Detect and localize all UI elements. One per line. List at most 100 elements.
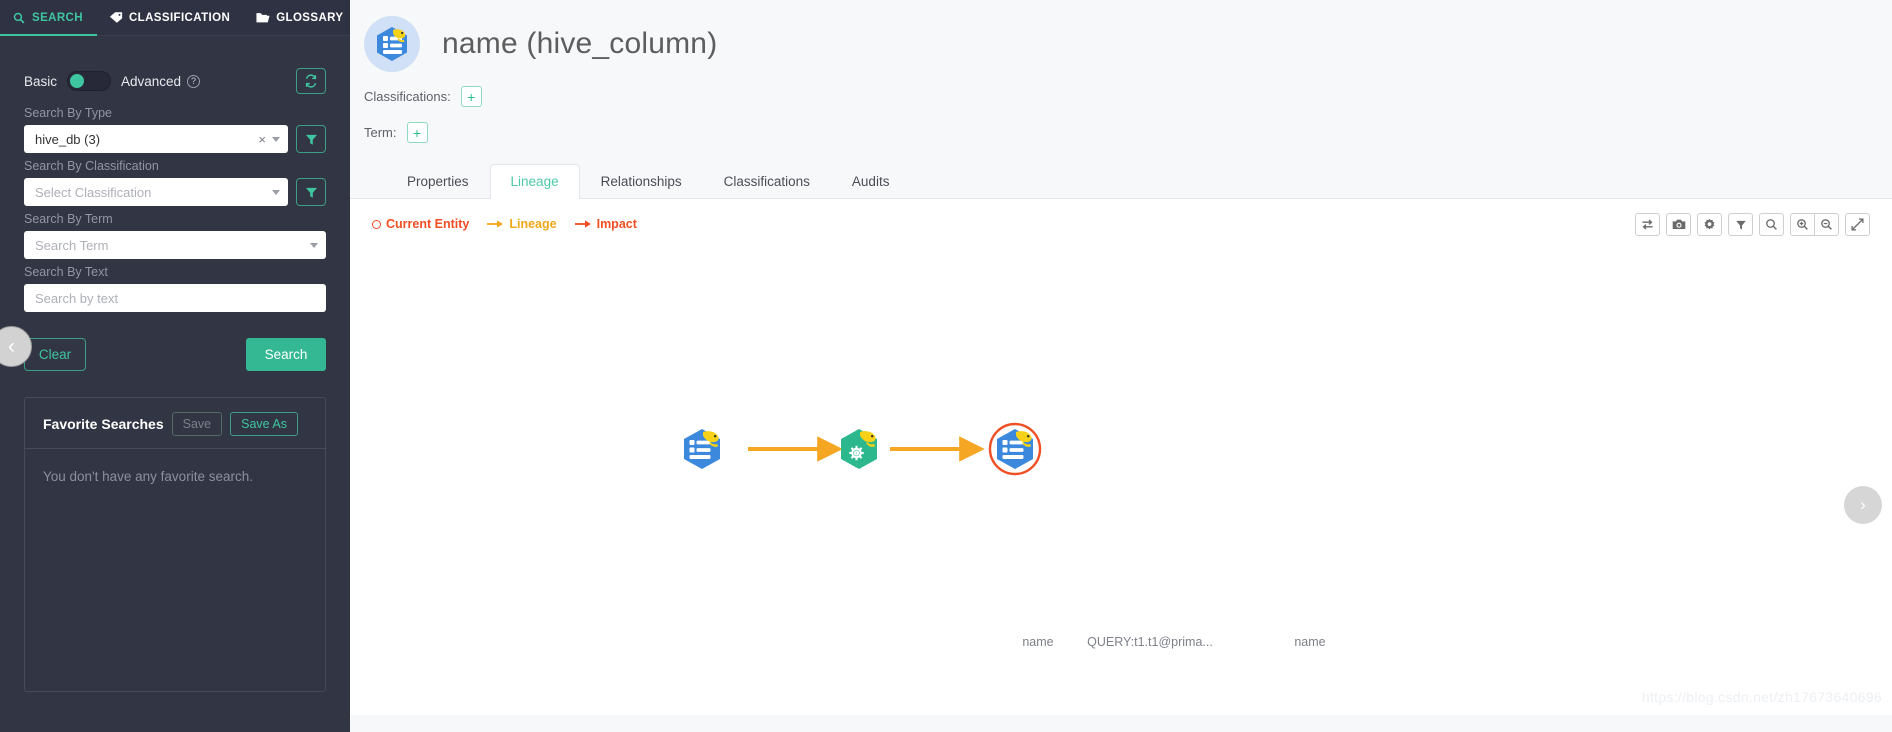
basic-advanced-toggle[interactable] bbox=[67, 71, 112, 91]
search-actions-row: Clear Search bbox=[24, 338, 326, 371]
search-by-text-label: Search By Text bbox=[24, 265, 108, 279]
refresh-button[interactable] bbox=[296, 68, 326, 94]
screenshot-button[interactable] bbox=[1666, 213, 1691, 236]
search-by-classification-label: Search By Classification bbox=[24, 159, 159, 173]
filter-icon bbox=[1735, 220, 1746, 229]
search-icon bbox=[1766, 219, 1777, 230]
legend-current-entity: Current Entity bbox=[372, 217, 469, 231]
search-by-type-select[interactable]: hive_db (3) × bbox=[24, 125, 288, 153]
graph-filter-button[interactable] bbox=[1728, 213, 1753, 236]
camera-icon bbox=[1672, 219, 1685, 230]
favorite-searches-header: Favorite Searches Save Save As bbox=[25, 398, 325, 449]
tab-lineage[interactable]: Lineage bbox=[489, 164, 580, 199]
lineage-node-process[interactable] bbox=[839, 427, 879, 471]
graph-settings-button[interactable] bbox=[1697, 213, 1722, 236]
legend-lineage-label: Lineage bbox=[509, 217, 557, 231]
sidebar-nav-search[interactable]: SEARCH bbox=[0, 0, 97, 36]
term-label: Term: bbox=[364, 125, 397, 140]
search-mode-row: Basic Advanced ? bbox=[24, 36, 326, 100]
type-filter-button[interactable] bbox=[296, 125, 326, 153]
search-by-term-select[interactable]: Search Term bbox=[24, 231, 326, 259]
sidebar: SEARCH CLASSIFICATION GLOSSARY Basic Adv… bbox=[0, 0, 350, 732]
sidebar-nav-glossary[interactable]: GLOSSARY bbox=[244, 0, 357, 35]
search-by-classification-value: Select Classification bbox=[35, 184, 152, 200]
fullscreen-icon bbox=[1851, 218, 1864, 231]
favorite-searches-title: Favorite Searches bbox=[43, 416, 164, 432]
chevron-down-icon bbox=[272, 136, 280, 142]
search-by-classification-row: Select Classification bbox=[24, 178, 326, 206]
page-title: name (hive_column) bbox=[442, 27, 718, 60]
graph-search-button[interactable] bbox=[1759, 213, 1784, 236]
impact-arrow-icon bbox=[574, 220, 591, 228]
clear-button[interactable]: Clear bbox=[24, 338, 86, 371]
add-term-button[interactable]: + bbox=[406, 122, 428, 143]
sidebar-nav-glossary-label: GLOSSARY bbox=[276, 11, 344, 24]
legend-impact-label: Impact bbox=[596, 217, 637, 231]
search-by-term-row: Search Term bbox=[24, 231, 326, 259]
sidebar-nav-classification[interactable]: CLASSIFICATION bbox=[97, 0, 244, 35]
sidebar-nav: SEARCH CLASSIFICATION GLOSSARY bbox=[0, 0, 350, 36]
avatar bbox=[364, 16, 420, 72]
search-by-classification-select[interactable]: Select Classification bbox=[24, 178, 288, 206]
filter-icon bbox=[305, 134, 317, 145]
tab-properties[interactable]: Properties bbox=[386, 164, 490, 198]
toggle-knob bbox=[70, 74, 85, 88]
sidebar-nav-classification-label: CLASSIFICATION bbox=[128, 11, 231, 24]
entity-header: name (hive_column) bbox=[350, 0, 1892, 72]
entity-tabs: Properties Lineage Relationships Classif… bbox=[350, 164, 1892, 199]
lineage-node-source[interactable] bbox=[684, 429, 720, 469]
lineage-graph[interactable] bbox=[350, 259, 1892, 699]
classifications-row: Classifications: + bbox=[350, 86, 1892, 107]
lineage-arrow-icon bbox=[487, 220, 504, 228]
favorite-save-as-button[interactable]: Save As bbox=[230, 412, 298, 436]
current-entity-circle-icon bbox=[372, 219, 381, 229]
chevron-down-icon bbox=[310, 242, 318, 248]
refresh-icon bbox=[305, 74, 317, 88]
lineage-panel: Current Entity Lineage Impact › name QUE… bbox=[350, 199, 1892, 715]
search-by-text-row bbox=[24, 284, 326, 312]
graph-toolbar bbox=[1629, 213, 1870, 236]
basic-mode-label: Basic bbox=[24, 73, 58, 89]
search-by-type-value: hive_db (3) bbox=[35, 131, 101, 147]
zoom-in-icon bbox=[1797, 219, 1808, 230]
search-by-type-clear-icon[interactable]: × bbox=[258, 132, 272, 147]
search-by-text-input[interactable] bbox=[24, 284, 326, 312]
lineage-node-current[interactable] bbox=[988, 422, 1042, 476]
term-row: Term: + bbox=[350, 122, 1892, 143]
lineage-node-label: QUERY:t1.t1@prima... bbox=[1087, 635, 1213, 649]
help-icon[interactable]: ? bbox=[187, 74, 201, 88]
search-by-term-label: Search By Term bbox=[24, 212, 113, 226]
tab-classifications[interactable]: Classifications bbox=[703, 164, 831, 198]
reset-layout-icon bbox=[1642, 219, 1653, 230]
classifications-label: Classifications: bbox=[364, 89, 451, 104]
advanced-mode-label: Advanced bbox=[121, 73, 182, 89]
search-icon bbox=[12, 11, 26, 25]
classification-filter-button[interactable] bbox=[296, 178, 326, 206]
sidebar-body: Basic Advanced ? Search By Type hive_db … bbox=[0, 36, 350, 692]
reset-layout-button[interactable] bbox=[1635, 213, 1660, 236]
zoom-out-button[interactable] bbox=[1814, 213, 1839, 236]
search-button[interactable]: Search bbox=[246, 338, 326, 371]
search-by-type-row: hive_db (3) × bbox=[24, 125, 326, 153]
tag-icon bbox=[109, 11, 123, 25]
folder-icon bbox=[256, 11, 270, 25]
search-by-type-label: Search By Type bbox=[24, 106, 113, 120]
favorite-searches-empty-message: You don't have any favorite search. bbox=[43, 469, 253, 484]
add-classification-button[interactable]: + bbox=[460, 86, 482, 107]
watermark: https://blog.csdn.net/zh17673640696 bbox=[1641, 689, 1882, 705]
main-content: name (hive_column) Classifications: + Te… bbox=[350, 0, 1892, 732]
tab-relationships[interactable]: Relationships bbox=[580, 164, 703, 198]
chevron-left-icon: ‹ bbox=[8, 334, 15, 358]
legend-current-entity-label: Current Entity bbox=[386, 217, 470, 231]
tab-audits[interactable]: Audits bbox=[831, 164, 911, 198]
chevron-down-icon bbox=[272, 189, 280, 195]
search-by-term-value: Search Term bbox=[35, 237, 109, 253]
legend-impact: Impact bbox=[574, 217, 637, 231]
fullscreen-button[interactable] bbox=[1845, 213, 1870, 236]
application-root: SEARCH CLASSIFICATION GLOSSARY Basic Adv… bbox=[0, 0, 1892, 732]
filter-icon bbox=[305, 187, 317, 198]
favorite-save-button[interactable]: Save bbox=[171, 412, 223, 436]
zoom-out-icon bbox=[1821, 219, 1832, 230]
zoom-in-button[interactable] bbox=[1790, 213, 1815, 236]
hive-column-icon bbox=[377, 27, 407, 61]
